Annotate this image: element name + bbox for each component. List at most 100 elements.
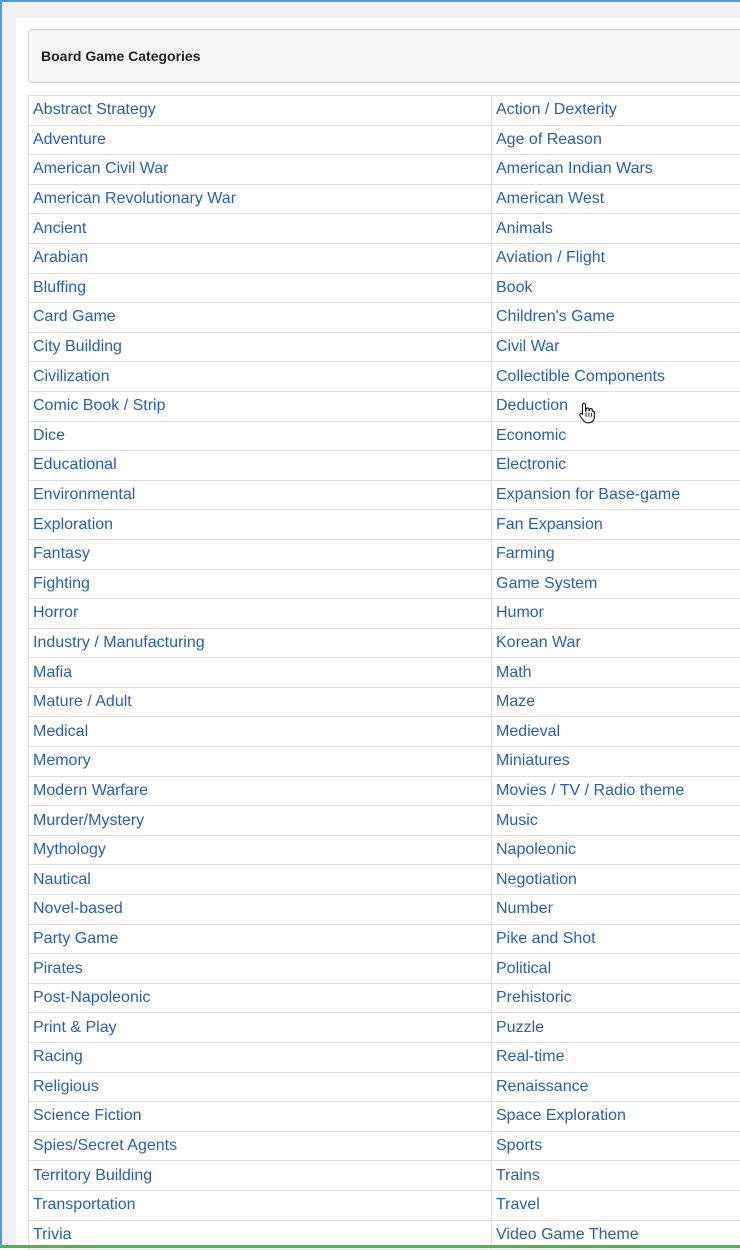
category-link[interactable]: Pirates bbox=[33, 960, 83, 977]
category-link[interactable]: Religious bbox=[33, 1078, 99, 1095]
category-link[interactable]: Fighting bbox=[33, 575, 90, 592]
table-cell: Fighting bbox=[29, 569, 492, 599]
category-link[interactable]: Mafia bbox=[33, 664, 72, 681]
category-link[interactable]: Comic Book / Strip bbox=[33, 397, 165, 414]
category-link[interactable]: Mythology bbox=[33, 841, 106, 858]
category-link[interactable]: Ancient bbox=[33, 220, 86, 237]
category-link[interactable]: American Civil War bbox=[33, 160, 168, 177]
table-cell: Sports bbox=[492, 1131, 740, 1161]
category-link[interactable]: Travel bbox=[496, 1196, 540, 1213]
category-link[interactable]: Dice bbox=[33, 427, 65, 444]
category-link[interactable]: Maze bbox=[496, 693, 535, 710]
category-link[interactable]: Farming bbox=[496, 545, 555, 562]
category-link[interactable]: Deduction bbox=[496, 397, 568, 414]
table-row: Spies/Secret Agents Sports bbox=[29, 1131, 740, 1161]
category-link[interactable]: Book bbox=[496, 279, 532, 296]
category-link[interactable]: Horror bbox=[33, 604, 78, 621]
category-link[interactable]: Korean War bbox=[496, 634, 581, 651]
category-link[interactable]: Civil War bbox=[496, 338, 559, 355]
table-row: Industry / Manufacturing Korean War bbox=[29, 628, 740, 658]
category-link[interactable]: Arabian bbox=[33, 249, 88, 266]
table-cell: Medieval bbox=[492, 717, 740, 747]
table-cell: Civilization bbox=[29, 362, 492, 392]
category-link[interactable]: Bluffing bbox=[33, 279, 86, 296]
category-link[interactable]: Card Game bbox=[33, 308, 116, 325]
category-link[interactable]: Collectible Components bbox=[496, 368, 665, 385]
table-cell: Space Exploration bbox=[492, 1102, 740, 1132]
category-link[interactable]: Napoleonic bbox=[496, 841, 576, 858]
category-link[interactable]: Print & Play bbox=[33, 1019, 117, 1036]
category-link[interactable]: Racing bbox=[33, 1048, 83, 1065]
table-cell: Mafia bbox=[29, 658, 492, 688]
table-cell: Party Game bbox=[29, 924, 492, 954]
category-link[interactable]: Memory bbox=[33, 752, 91, 769]
category-link[interactable]: Aviation / Flight bbox=[496, 249, 605, 266]
category-link[interactable]: Medical bbox=[33, 723, 88, 740]
category-link[interactable]: Trivia bbox=[33, 1226, 72, 1243]
category-link[interactable]: Music bbox=[496, 812, 538, 829]
category-link[interactable]: American West bbox=[496, 190, 604, 207]
category-link[interactable]: Transportation bbox=[33, 1196, 136, 1213]
table-row: Arabian Aviation / Flight bbox=[29, 243, 740, 273]
category-link[interactable]: Environmental bbox=[33, 486, 135, 503]
category-link[interactable]: Modern Warfare bbox=[33, 782, 148, 799]
category-link[interactable]: Adventure bbox=[33, 131, 106, 148]
category-link[interactable]: Animals bbox=[496, 220, 553, 237]
table-cell: Movies / TV / Radio theme bbox=[492, 776, 740, 806]
table-cell: Napoleonic bbox=[492, 835, 740, 865]
table-row: Murder/Mystery Music bbox=[29, 806, 740, 836]
category-link[interactable]: Real-time bbox=[496, 1048, 564, 1065]
category-link[interactable]: Electronic bbox=[496, 456, 566, 473]
category-link[interactable]: Nautical bbox=[33, 871, 91, 888]
category-link[interactable]: American Revolutionary War bbox=[33, 190, 236, 207]
table-row: Ancient Animals bbox=[29, 214, 740, 244]
category-link[interactable]: Space Exploration bbox=[496, 1107, 626, 1124]
category-link[interactable]: Spies/Secret Agents bbox=[33, 1137, 177, 1154]
category-link[interactable]: American Indian Wars bbox=[496, 160, 653, 177]
category-link[interactable]: Video Game Theme bbox=[496, 1226, 639, 1243]
category-link[interactable]: Prehistoric bbox=[496, 989, 572, 1006]
category-link[interactable]: City Building bbox=[33, 338, 122, 355]
table-cell: Collectible Components bbox=[492, 362, 740, 392]
category-link[interactable]: Trains bbox=[496, 1167, 540, 1184]
category-link[interactable]: Party Game bbox=[33, 930, 118, 947]
category-link[interactable]: Math bbox=[496, 664, 532, 681]
category-link[interactable]: Educational bbox=[33, 456, 117, 473]
category-link[interactable]: Novel-based bbox=[33, 900, 123, 917]
table-cell: Negotiation bbox=[492, 865, 740, 895]
category-link[interactable]: Humor bbox=[496, 604, 544, 621]
category-link[interactable]: Pike and Shot bbox=[496, 930, 596, 947]
category-link[interactable]: Children's Game bbox=[496, 308, 615, 325]
category-link[interactable]: Mature / Adult bbox=[33, 693, 132, 710]
category-link[interactable]: Negotiation bbox=[496, 871, 577, 888]
category-link[interactable]: Murder/Mystery bbox=[33, 812, 144, 829]
table-row: Comic Book / Strip Deduction bbox=[29, 391, 740, 421]
table-cell: Arabian bbox=[29, 243, 492, 273]
category-link[interactable]: Science Fiction bbox=[33, 1107, 142, 1124]
category-link[interactable]: Fan Expansion bbox=[496, 516, 603, 533]
category-link[interactable]: Post-Napoleonic bbox=[33, 989, 150, 1006]
category-link[interactable]: Abstract Strategy bbox=[33, 101, 156, 118]
table-row: American Civil War American Indian Wars bbox=[29, 155, 740, 185]
category-link[interactable]: Expansion for Base-game bbox=[496, 486, 680, 503]
category-link[interactable]: Renaissance bbox=[496, 1078, 589, 1095]
category-link[interactable]: Miniatures bbox=[496, 752, 570, 769]
category-link[interactable]: Political bbox=[496, 960, 551, 977]
table-cell: Farming bbox=[492, 539, 740, 569]
category-link[interactable]: Industry / Manufacturing bbox=[33, 634, 205, 651]
category-link[interactable]: Movies / TV / Radio theme bbox=[496, 782, 684, 799]
category-link[interactable]: Age of Reason bbox=[496, 131, 602, 148]
category-link[interactable]: Medieval bbox=[496, 723, 560, 740]
category-link[interactable]: Economic bbox=[496, 427, 566, 444]
category-link[interactable]: Exploration bbox=[33, 516, 113, 533]
category-link[interactable]: Civilization bbox=[33, 368, 109, 385]
category-link[interactable]: Action / Dexterity bbox=[496, 101, 617, 118]
category-link[interactable]: Number bbox=[496, 900, 553, 917]
category-link[interactable]: Sports bbox=[496, 1137, 542, 1154]
category-link[interactable]: Fantasy bbox=[33, 545, 90, 562]
category-link[interactable]: Puzzle bbox=[496, 1019, 544, 1036]
table-cell: Abstract Strategy bbox=[29, 96, 492, 126]
table-cell: City Building bbox=[29, 332, 492, 362]
category-link[interactable]: Territory Building bbox=[33, 1167, 152, 1184]
category-link[interactable]: Game System bbox=[496, 575, 597, 592]
